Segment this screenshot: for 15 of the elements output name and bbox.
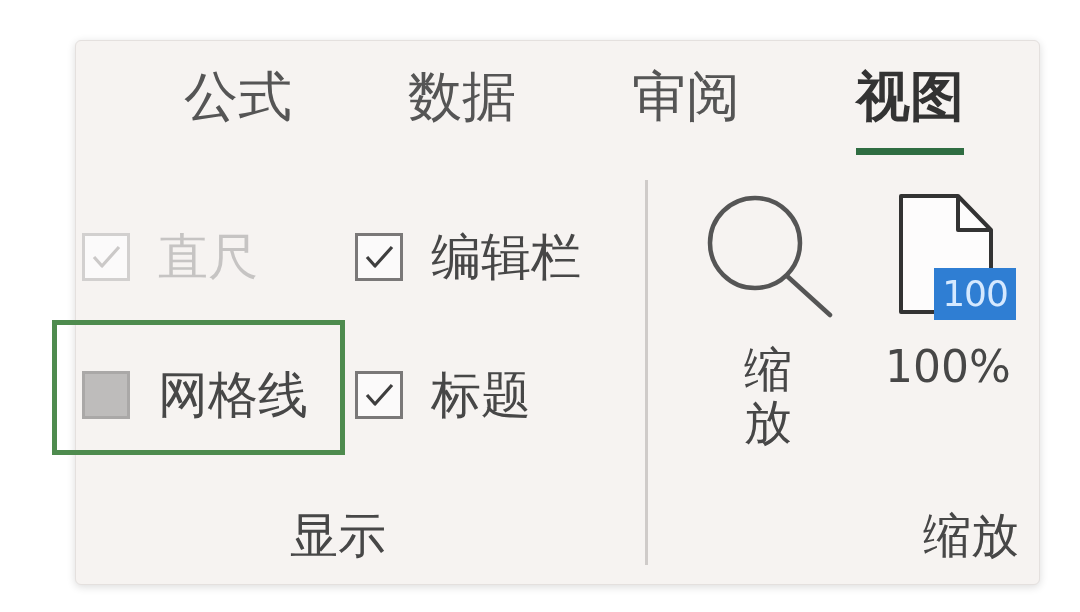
checkbox[interactable] [355, 371, 403, 419]
ribbon-tab[interactable]: 公式 [184, 41, 292, 155]
ribbon-tab[interactable]: 审阅 [632, 41, 740, 155]
checkbox[interactable] [355, 233, 403, 281]
checkbox-label[interactable]: 编辑栏 [431, 230, 581, 284]
ribbon-tab[interactable]: 视图 [856, 41, 964, 155]
zoom-level-badge: 100 [934, 268, 1016, 320]
ribbon-tab[interactable]: 数据 [408, 41, 516, 155]
checkbox[interactable] [82, 371, 130, 419]
group-label: 显示 [289, 508, 386, 562]
zoom-button[interactable]: 缩放 [698, 193, 838, 449]
checkbox-label[interactable]: 标题 [431, 368, 531, 422]
zoom-100-button[interactable]: 100 100% [878, 193, 1018, 449]
group-label: 缩放 [923, 508, 1019, 562]
checkbox-label[interactable]: 网格线 [158, 368, 308, 422]
